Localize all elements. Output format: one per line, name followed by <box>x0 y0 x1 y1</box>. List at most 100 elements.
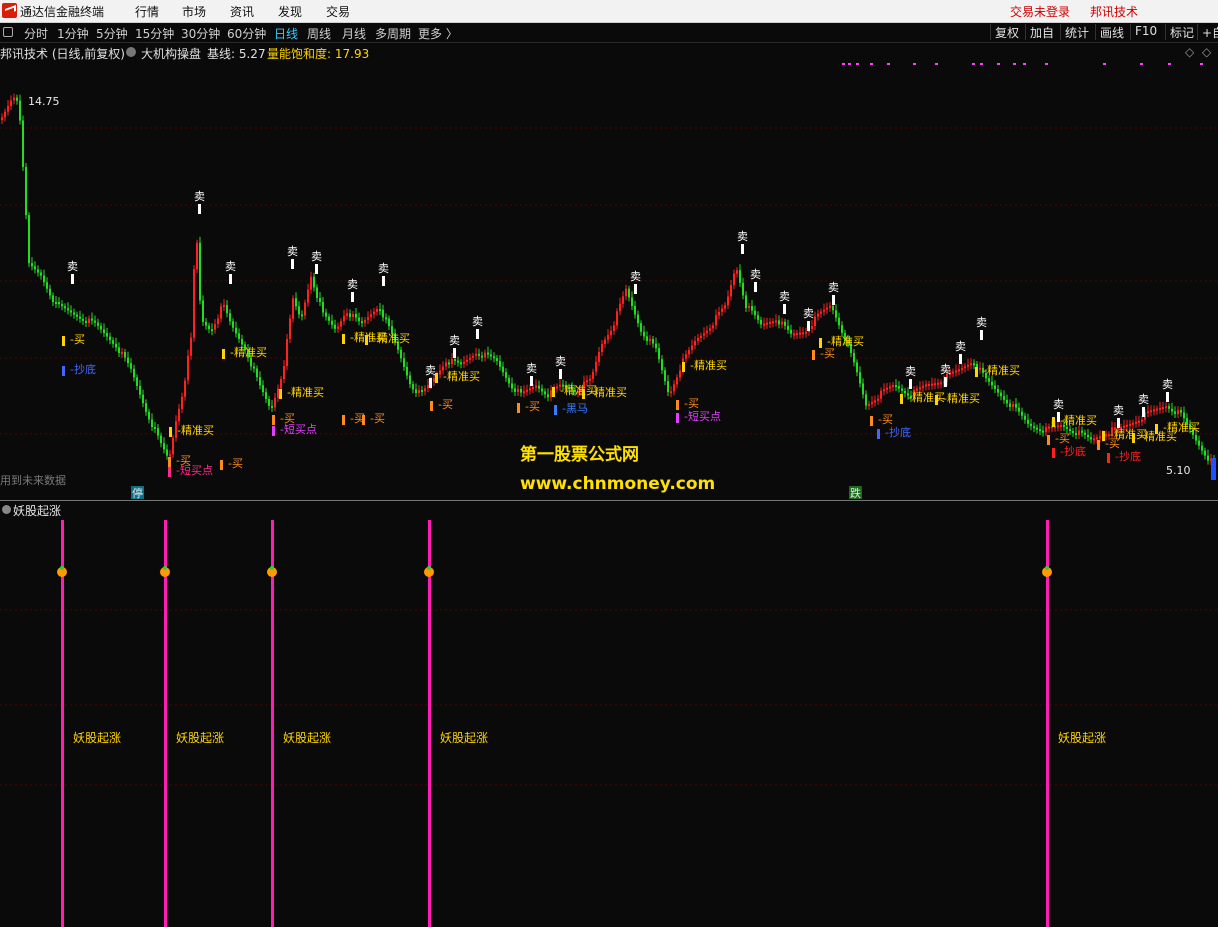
buy-marker <box>554 405 557 415</box>
candle-body <box>295 298 297 307</box>
buy-marker <box>877 429 880 439</box>
candle-body <box>526 389 528 392</box>
subchart-dropdown-icon[interactable] <box>2 505 11 514</box>
candle-body <box>1165 406 1167 409</box>
buy-label: -黑马 <box>562 402 588 415</box>
top-dot-marker <box>848 63 851 65</box>
sell-label: 卖 <box>1162 378 1173 391</box>
top-dot-marker <box>913 63 916 65</box>
candle-body <box>958 369 960 372</box>
candle-body <box>1126 424 1128 427</box>
candle-body <box>964 366 966 369</box>
candle-body <box>283 366 285 380</box>
candle-body <box>1057 425 1059 428</box>
candle-body <box>664 370 666 382</box>
candle-body <box>865 394 867 406</box>
sell-marker <box>453 348 456 358</box>
buy-marker <box>1097 440 1100 450</box>
candle-body <box>1033 426 1035 429</box>
candle-body <box>544 391 546 395</box>
sell-label: 卖 <box>194 190 205 203</box>
candle-body <box>1141 419 1143 422</box>
candle-body <box>262 385 264 393</box>
candle-body <box>337 326 339 329</box>
sell-label: 卖 <box>449 334 460 347</box>
candle-body <box>694 341 696 346</box>
buy-marker <box>342 415 345 425</box>
signal-bar <box>428 520 431 927</box>
candle-body <box>529 388 531 391</box>
candle-body <box>718 311 720 316</box>
candle-body <box>673 384 675 392</box>
candle-body <box>709 328 711 331</box>
buy-label: -精准买 <box>1163 421 1200 434</box>
candle-body <box>139 386 141 395</box>
buy-marker <box>1107 453 1110 463</box>
candle-body <box>1180 410 1182 413</box>
candle-body <box>124 352 126 358</box>
candle-body <box>628 288 630 298</box>
candle-body <box>88 318 90 323</box>
candle-body <box>79 316 81 319</box>
candle-body <box>1075 433 1077 435</box>
candle-body <box>508 377 510 384</box>
candle-body <box>685 354 687 359</box>
candle-body <box>877 398 879 401</box>
candle-body <box>16 97 18 101</box>
candle-body <box>1129 423 1131 426</box>
candle-body <box>733 273 735 285</box>
candle-body <box>187 355 189 381</box>
buy-label: -短买点 <box>684 409 721 423</box>
candle-body <box>1201 445 1203 451</box>
candle-body <box>1081 430 1083 433</box>
candle-body <box>217 318 219 325</box>
candle-body <box>970 363 972 366</box>
buy-marker <box>975 367 978 377</box>
candle-body <box>739 270 741 283</box>
candle-body <box>349 313 351 317</box>
buy-marker <box>582 389 585 399</box>
buy-label: -买 <box>1105 437 1120 450</box>
candle-body <box>196 242 198 270</box>
candle-body <box>346 313 348 316</box>
candle-body <box>406 366 408 376</box>
buy-label: -买 <box>820 347 835 360</box>
top-dot-marker <box>1140 63 1143 65</box>
candle-body <box>796 333 798 335</box>
sell-marker <box>351 292 354 302</box>
buy-label: -精准买 <box>908 391 945 404</box>
signal-label: 妖股起涨 <box>176 730 224 745</box>
candle-body <box>880 390 882 399</box>
candle-body <box>646 336 648 341</box>
candle-body <box>1090 437 1092 440</box>
candle-body <box>610 330 612 336</box>
candle-body <box>166 449 168 456</box>
candle-body <box>538 385 540 389</box>
candle-body <box>832 305 834 311</box>
candle-body <box>1042 430 1044 433</box>
candle-body <box>133 368 135 378</box>
candle-body <box>478 353 480 356</box>
candle-body <box>1039 429 1041 432</box>
candle-body <box>487 352 489 355</box>
sell-marker <box>832 295 835 305</box>
buy-label: -精准买 <box>287 386 324 399</box>
sell-label: 卖 <box>526 362 537 375</box>
candle-body <box>37 269 39 273</box>
candle-body <box>1087 435 1089 438</box>
candle-body <box>253 366 255 369</box>
candle-body <box>532 387 534 389</box>
candle-body <box>637 314 639 324</box>
sell-label: 卖 <box>1053 398 1064 411</box>
sell-marker <box>959 354 962 364</box>
top-dot-marker <box>972 63 975 65</box>
candle-body <box>298 306 300 315</box>
buy-label: -短买点 <box>280 422 317 436</box>
candle-body <box>514 388 516 392</box>
sell-label: 卖 <box>630 270 641 283</box>
candle-body <box>334 324 336 329</box>
candle-body <box>103 329 105 333</box>
candle-body <box>208 325 210 330</box>
candle-body <box>55 302 57 304</box>
candle-body <box>742 282 744 296</box>
